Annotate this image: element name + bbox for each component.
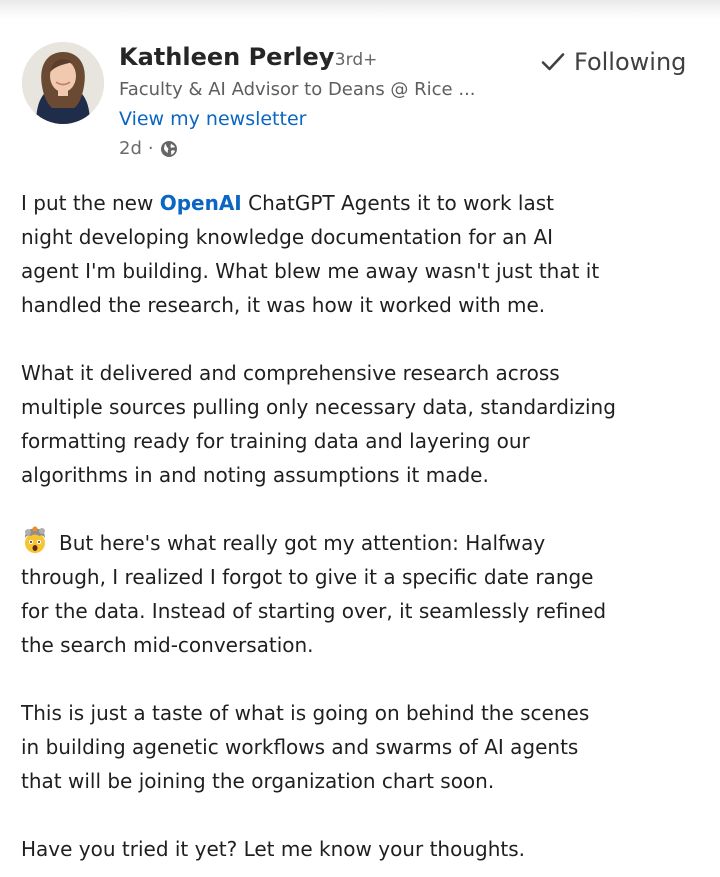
paragraph-1: I put the new OpenAI ChatGPT Agents it t… (21, 186, 705, 322)
text-line: I put the new OpenAI ChatGPT Agents it t… (21, 186, 705, 220)
text-segment: ChatGPT Agents it to work last (241, 191, 554, 215)
checkmark-icon (540, 50, 566, 74)
paragraph-2: What it delivered and comprehensive rese… (21, 356, 705, 492)
mention-openai-link[interactable]: OpenAI (160, 191, 242, 215)
exploding-head-emoji-icon (21, 526, 49, 554)
following-label: Following (574, 48, 687, 76)
post-body: I put the new OpenAI ChatGPT Agents it t… (21, 186, 705, 866)
text-line: the search mid-conversation. (21, 633, 314, 657)
top-shadow-divider (0, 0, 720, 20)
text-line: formatting ready for training data and l… (21, 429, 530, 453)
text-line: algorithms in and noting assumptions it … (21, 463, 489, 487)
meta-separator: · (147, 138, 154, 159)
text-line: What it delivered and comprehensive rese… (21, 361, 560, 385)
text-line: handled the research, it was how it work… (21, 293, 546, 317)
feed-post: Kathleen Perley · 3rd+ Following Faculty… (0, 20, 720, 877)
avatar[interactable] (22, 42, 104, 124)
text-line: agent I'm building. What blew me away wa… (21, 259, 600, 283)
following-button[interactable]: Following (540, 45, 686, 79)
paragraph-4: This is just a taste of what is going on… (21, 696, 705, 798)
text-line: in building agenetic workflows and swarm… (21, 735, 579, 759)
text-line: But here's what really got my attention:… (21, 526, 705, 560)
text-segment: But here's what really got my attention:… (59, 531, 546, 555)
view-newsletter-link[interactable]: View my newsletter (119, 108, 306, 130)
paragraph-3: But here's what really got my attention:… (21, 526, 705, 662)
globe-icon (160, 140, 178, 158)
author-name[interactable]: Kathleen Perley (119, 43, 334, 71)
text-line: Have you tried it yet? Let me know your … (21, 837, 525, 861)
connection-degree: · 3rd+ (324, 50, 378, 70)
text-line: that will be joining the organization ch… (21, 769, 495, 793)
text-line: multiple sources pulling only necessary … (21, 395, 616, 419)
text-line: This is just a taste of what is going on… (21, 701, 590, 725)
author-headline: Faculty & AI Advisor to Deans @ Rice ... (119, 79, 476, 100)
post-meta: 2d · (119, 138, 178, 159)
text-line: for the data. Instead of starting over, … (21, 599, 607, 623)
text-line: night developing knowledge documentation… (21, 225, 554, 249)
paragraph-5: Have you tried it yet? Let me know your … (21, 832, 705, 866)
post-time: 2d (119, 138, 142, 159)
text-line: through, I realized I forgot to give it … (21, 565, 594, 589)
text-segment: I put the new (21, 191, 160, 215)
